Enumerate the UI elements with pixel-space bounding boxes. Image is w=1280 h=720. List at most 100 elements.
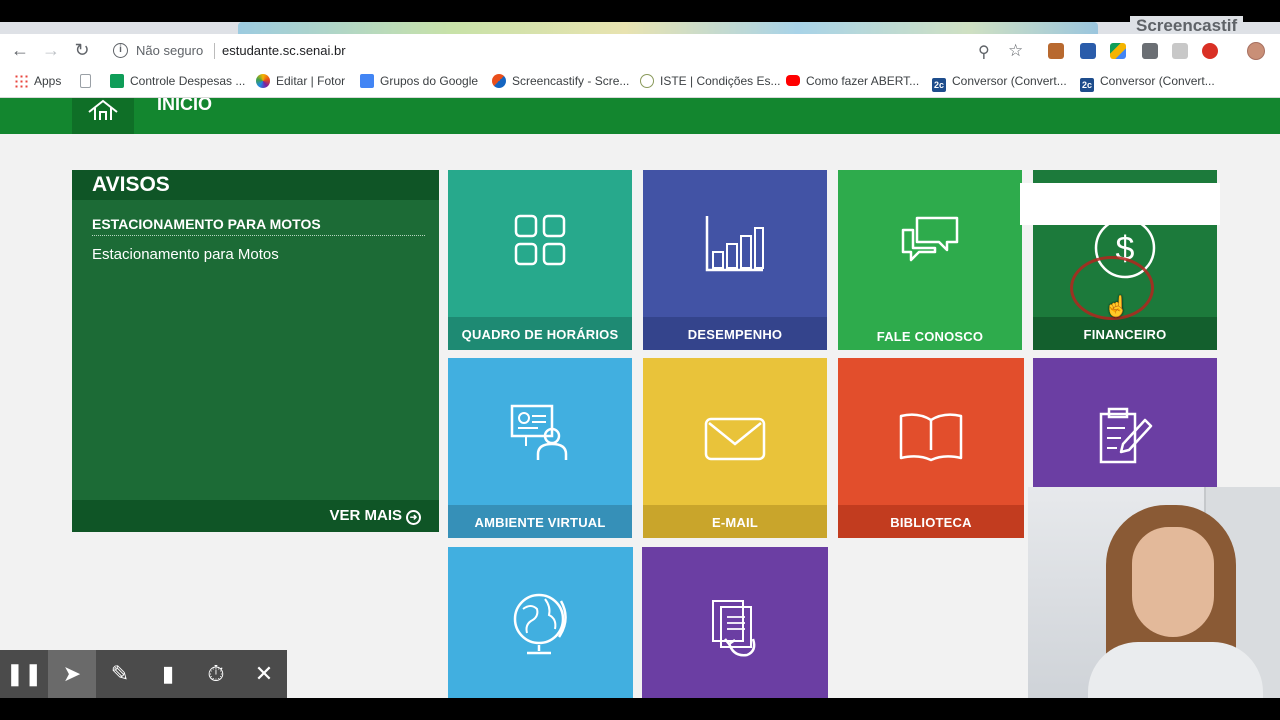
close-icon[interactable]: ✕	[240, 650, 288, 698]
extension-icon[interactable]	[1048, 43, 1064, 59]
tile-email[interactable]: E-MAIL	[643, 358, 827, 538]
grid-icon	[514, 214, 566, 266]
top-nav: INICIO	[0, 98, 1280, 134]
tile-fale-conosco[interactable]: FALE CONOSCO	[838, 170, 1022, 350]
fotor-icon	[256, 74, 270, 88]
tile-ambiente-virtual[interactable]: AMBIENTE VIRTUAL	[448, 358, 632, 538]
webcam-overlay	[1028, 487, 1280, 698]
apps-grid-icon	[14, 74, 28, 88]
bookmark-label: Conversor (Convert...	[1100, 74, 1215, 88]
book-icon	[899, 413, 963, 462]
bookmark-label: Conversor (Convert...	[952, 74, 1067, 88]
globe-icon	[513, 593, 567, 655]
bookmark-item[interactable]: Grupos do Google	[360, 74, 478, 88]
tile-documents[interactable]	[642, 547, 828, 698]
drive-icon[interactable]	[1110, 43, 1126, 59]
tile-label: FALE CONOSCO	[876, 329, 984, 344]
clipboard-edit-icon	[1099, 407, 1153, 464]
back-icon[interactable]: ←	[10, 40, 30, 60]
tile-label: DESEMPENHO	[687, 327, 783, 342]
timer-icon[interactable]: ⏱	[192, 650, 240, 698]
sheets-icon	[110, 74, 124, 88]
screencastify-brand: Screencastif	[1130, 16, 1244, 35]
letterbox	[0, 698, 1280, 720]
bookmark-item[interactable]: Como fazer ABERT...	[786, 74, 919, 88]
envelope-icon	[704, 417, 766, 461]
eraser-icon[interactable]: ▮	[144, 650, 192, 698]
bookmark-star-icon[interactable]: ☆	[1008, 41, 1023, 61]
zoom-icon[interactable]: ⚲	[978, 42, 996, 61]
virtual-class-icon	[510, 404, 568, 460]
bookmark-item[interactable]: 2c Conversor (Convert...	[932, 74, 1067, 92]
bookmark-label: Editar | Fotor	[276, 74, 346, 88]
youtube-icon	[786, 75, 800, 86]
page-title: INICIO	[157, 98, 213, 114]
documents-icon	[712, 600, 756, 657]
shield-extension-icon[interactable]	[1142, 43, 1158, 59]
reload-icon[interactable]: ↻	[72, 40, 92, 60]
address-bar[interactable]: i Não seguro estudante.sc.senai.br	[104, 38, 1034, 64]
home-icon	[88, 99, 118, 120]
iste-icon	[640, 74, 654, 88]
screencastify-record-icon[interactable]	[1202, 43, 1218, 59]
bookmark-label: Screencastify - Scre...	[512, 74, 630, 88]
bookmark-apps[interactable]: Apps	[14, 74, 61, 88]
converter-icon: 2c	[932, 78, 946, 92]
recording-toolbar: ❚❚ ➤ ✎ ▮ ⏱ ✕	[0, 650, 287, 698]
tile-label: AMBIENTE VIRTUAL	[474, 515, 606, 530]
info-icon[interactable]: i	[113, 43, 128, 58]
active-tab[interactable]	[238, 22, 1098, 34]
tile-globe[interactable]	[448, 547, 633, 698]
tile-label: E-MAIL	[712, 515, 758, 530]
see-more-link[interactable]: VER MAIS ➜	[329, 507, 421, 525]
bookmark-item[interactable]: ISTE | Condições Es...	[640, 74, 781, 88]
screencastify-icon	[492, 74, 506, 88]
bookmark-label: Controle Despesas ...	[130, 74, 246, 88]
tile-label: FINANCEIRO	[1083, 327, 1167, 342]
tile-label: QUADRO DE HORÁRIOS	[461, 327, 619, 342]
notice-heading[interactable]: ESTACIONAMENTO PARA MOTOS	[92, 216, 425, 236]
url-text[interactable]: estudante.sc.senai.br	[222, 43, 346, 58]
overlay-blank	[1020, 183, 1220, 225]
tile-desempenho[interactable]: DESEMPENHO	[643, 170, 827, 350]
bookmarks-bar: Apps Controle Despesas ... Editar | Foto…	[0, 66, 1280, 98]
bookmark-label: Apps	[34, 74, 62, 88]
bookmark-item[interactable]: Editar | Fotor	[256, 74, 345, 88]
webcam-face	[1132, 527, 1214, 637]
extension-icon[interactable]	[1172, 43, 1188, 59]
screen: Screencastif ← → ↻ i Não seguro estudant…	[0, 0, 1280, 720]
arrow-circle-icon: ➜	[406, 510, 421, 525]
bookmark-label: Como fazer ABERT...	[806, 74, 920, 88]
see-more-label: VER MAIS	[329, 507, 402, 524]
bookmark-label: Grupos do Google	[380, 74, 479, 88]
pen-icon[interactable]: ✎	[96, 650, 144, 698]
pointer-icon[interactable]: ➤	[48, 650, 96, 698]
notices-title: AVISOS	[92, 173, 170, 196]
converter-icon: 2c	[1080, 78, 1094, 92]
webcam-shirt	[1088, 642, 1263, 698]
notices-footer: VER MAIS ➜	[72, 500, 439, 532]
home-button[interactable]	[72, 98, 134, 134]
tile-quadro-de-horarios[interactable]: QUADRO DE HORÁRIOS	[448, 170, 632, 350]
divider	[214, 43, 215, 59]
extension-icon[interactable]	[1080, 43, 1096, 59]
bookmark-item[interactable]: Screencastify - Scre...	[492, 74, 629, 88]
notices-panel: AVISOS ESTACIONAMENTO PARA MOTOS Estacio…	[72, 170, 439, 532]
toolbar: ← → ↻ i Não seguro estudante.sc.senai.br…	[0, 34, 1280, 66]
notices-header: AVISOS	[72, 170, 439, 200]
notice-text: Estacionamento para Motos	[92, 246, 279, 263]
bookmark-page[interactable]	[80, 74, 97, 88]
profile-avatar[interactable]	[1247, 42, 1265, 60]
security-label[interactable]: Não seguro	[136, 43, 203, 58]
hand-cursor-icon: ☝	[1104, 296, 1129, 318]
bookmark-item[interactable]: 2c Conversor (Convert...	[1080, 74, 1215, 92]
bar-chart-icon	[705, 216, 764, 272]
bookmark-label: ISTE | Condições Es...	[660, 74, 781, 88]
tab-strip: Screencastif	[0, 16, 1280, 35]
tile-biblioteca[interactable]: BIBLIOTECA	[838, 358, 1024, 538]
page-icon	[80, 74, 91, 88]
bookmark-item[interactable]: Controle Despesas ...	[110, 74, 245, 88]
pause-icon[interactable]: ❚❚	[0, 650, 48, 698]
chat-bubbles-icon	[901, 216, 959, 262]
forward-icon[interactable]: →	[41, 40, 61, 60]
